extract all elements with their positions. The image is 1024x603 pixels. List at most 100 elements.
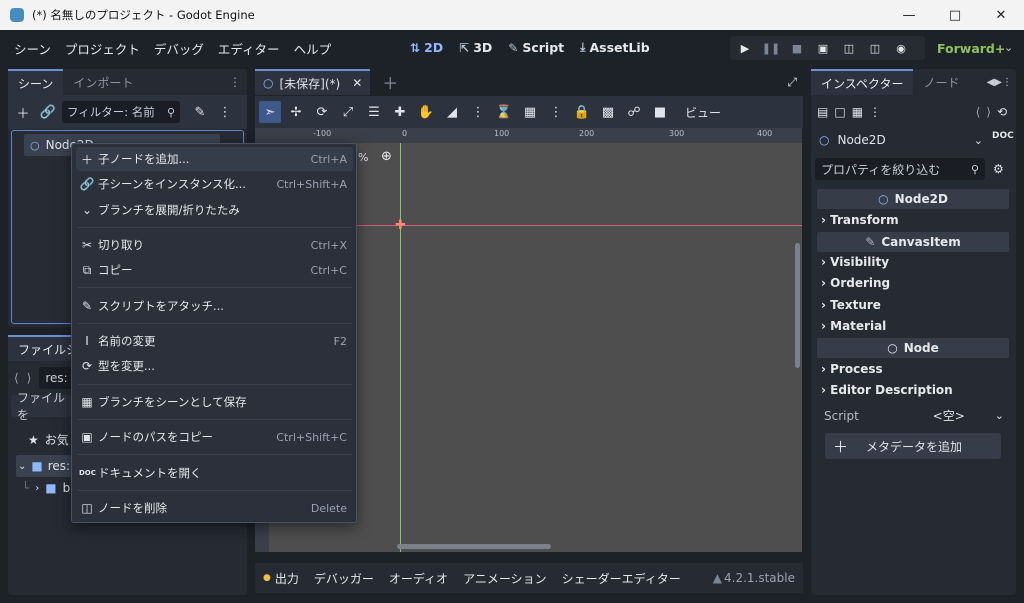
minimize-icon[interactable]: — [886, 0, 932, 30]
list-select-icon[interactable]: ☰ [363, 101, 385, 123]
add-node-icon[interactable]: ＋ [12, 101, 34, 123]
remote-debug-icon[interactable]: ▣ [810, 36, 836, 60]
history-forward-icon[interactable]: ⟩ [986, 105, 991, 119]
menu-scene[interactable]: シーン [7, 39, 58, 58]
vertical-scrollbar[interactable] [795, 243, 800, 368]
ruler-tool-icon[interactable]: ◢ [441, 101, 463, 123]
tab-output[interactable]: 出力 [275, 570, 299, 587]
menu-copy-node-path[interactable]: ▣ ノードのパスをコピー Ctrl+Shift+C [76, 425, 353, 449]
menu-copy[interactable]: ⧉ コピー Ctrl+C [76, 258, 353, 282]
forward-icon[interactable]: ⟩ [27, 371, 32, 385]
category-visibility[interactable]: › Visibility [821, 255, 889, 269]
workspace-3d-button[interactable]: ⇱ 3D [459, 40, 492, 55]
category-transform[interactable]: › Transform [821, 213, 899, 227]
workspace-2d-button[interactable]: ⇅ 2D [410, 40, 443, 55]
menu-rename[interactable]: I 名前の変更 F2 [76, 329, 353, 353]
category-ordering[interactable]: › Ordering [821, 276, 890, 290]
pause-icon[interactable]: ❚❚ [758, 36, 784, 60]
doc-icon[interactable]: DOC [992, 131, 1014, 141]
tab-unsaved-scene[interactable]: ○ [未保存](*) ✕ [255, 69, 371, 95]
add-metadata-button[interactable]: ＋ メタデータを追加 [825, 433, 1001, 459]
inspector-more-icon[interactable]: ⋮ [869, 105, 881, 119]
group-icon[interactable]: ▩ [597, 101, 619, 123]
snap-options-icon[interactable]: ⋮ [545, 101, 567, 123]
tab-node[interactable]: ノード [913, 69, 969, 95]
property-settings-icon[interactable]: ⚙ [993, 162, 1004, 176]
dock-arrows-icon[interactable]: ◀▶⋮ [987, 77, 1012, 88]
menu-save-branch-as-scene[interactable]: ▦ ブランチをシーンとして保存 [76, 390, 353, 414]
tab-audio[interactable]: オーディオ [389, 570, 448, 587]
category-editor-description[interactable]: › Editor Description [821, 383, 953, 397]
play-custom-icon[interactable]: ◫ [862, 36, 888, 60]
menu-attach-script[interactable]: ✎ スクリプトをアタッチ... [76, 294, 353, 318]
play-scene-icon[interactable]: ◫ [836, 36, 862, 60]
rotate-tool-icon[interactable]: ⟳ [311, 101, 333, 123]
tab-debugger[interactable]: デバッガー [314, 570, 374, 587]
scene-filter-input[interactable]: フィルター: 名前 ⚲ [62, 101, 180, 123]
node-origin-icon[interactable]: ✚ [394, 219, 407, 232]
tab-scene[interactable]: シーン [8, 69, 64, 95]
workspace-assetlib-button[interactable]: ⤓ AssetLib [580, 40, 650, 55]
scene-more-icon[interactable]: ⋮ [214, 101, 236, 123]
chevron-down-icon[interactable]: ⌄ [995, 409, 1004, 422]
movie-maker-icon[interactable]: ◉ [888, 36, 914, 60]
new-resource-icon[interactable]: ▤ [817, 105, 828, 119]
distraction-free-icon[interactable]: ⤢ [787, 75, 797, 90]
move-tool-icon[interactable]: ✢ [285, 101, 307, 123]
bone-icon[interactable]: ☍ [623, 101, 645, 123]
renderer-label[interactable]: Forward+ [937, 41, 1005, 56]
lock-icon[interactable]: 🔒 [571, 101, 593, 123]
menu-help[interactable]: ヘルプ [287, 39, 339, 58]
menu-open-documentation[interactable]: DOC ドキュメントを開く [76, 461, 353, 485]
menu-debug[interactable]: デバッグ [147, 39, 211, 58]
category-texture[interactable]: › Texture [821, 298, 881, 312]
menu-cut[interactable]: ✂ 切り取り Ctrl+X [76, 233, 353, 257]
skeleton-icon[interactable]: ■ [649, 101, 671, 123]
menu-change-type[interactable]: ⟳ 型を変更... [76, 354, 353, 378]
instance-link-icon[interactable]: 🔗 [37, 101, 59, 123]
snap-icon[interactable]: ⌛ [493, 101, 515, 123]
category-material[interactable]: › Material [821, 319, 886, 333]
view-menu-button[interactable]: ビュー [685, 104, 721, 121]
favorites-row[interactable]: ★ お気 [28, 431, 69, 448]
play-icon[interactable]: ▶ [732, 36, 758, 60]
select-tool-icon[interactable]: ➣ [259, 101, 281, 123]
tab-animation[interactable]: アニメーション [463, 570, 547, 587]
history-back-icon[interactable]: ⟨ [976, 105, 981, 119]
filesystem-filter[interactable]: ファイルを [11, 391, 71, 422]
back-icon[interactable]: ⟨ [14, 371, 19, 385]
pivot-tool-icon[interactable]: ✚ [389, 101, 411, 123]
menu-project[interactable]: プロジェクト [58, 39, 147, 58]
menu-expand-collapse-branch[interactable]: ⌄ ブランチを展開/折りたたみ [76, 198, 353, 222]
bin-folder-row[interactable]: └ › ■ bi [22, 481, 74, 495]
menu-instantiate-child-scene[interactable]: 🔗 子シーンをインスタンス化... Ctrl+Shift+A [76, 172, 353, 196]
category-process[interactable]: › Process [821, 362, 883, 376]
grid-snap-icon[interactable]: ▦ [519, 101, 541, 123]
horizontal-scrollbar[interactable] [397, 544, 551, 549]
save-icon[interactable]: ▦ [852, 105, 863, 119]
node-selector[interactable]: ○ Node2D ⌄ [813, 129, 983, 151]
menu-add-child-node[interactable]: ＋子ノードを追加... Ctrl+A [76, 147, 353, 171]
script-value[interactable]: <空> [933, 407, 965, 424]
zoom-label[interactable]: % [358, 151, 368, 164]
renderer-chevron-icon[interactable]: ⌄ [1004, 41, 1013, 54]
menu-editor[interactable]: エディター [211, 39, 287, 58]
attach-script-icon[interactable]: ✎ [189, 101, 211, 123]
smart-snap-icon[interactable]: ⋮ [467, 101, 489, 123]
tab-import[interactable]: インポート [63, 69, 143, 95]
maximize-icon[interactable]: □ [932, 0, 978, 30]
stop-icon[interactable]: ■ [784, 36, 810, 60]
close-tab-icon[interactable]: ✕ [352, 76, 362, 90]
scale-tool-icon[interactable]: ⤢ [337, 101, 359, 123]
tab-shader-editor[interactable]: シェーダーエディター [562, 570, 681, 587]
tab-inspector[interactable]: インスペクター [811, 69, 914, 95]
property-filter-input[interactable]: プロパティを絞り込む ⚲ [815, 158, 985, 180]
add-tab-icon[interactable]: ＋ [382, 70, 398, 94]
open-folder-icon[interactable]: □ [834, 105, 845, 119]
zoom-in-icon[interactable]: ⊕ [381, 149, 392, 164]
workspace-script-button[interactable]: ✎ Script [508, 40, 564, 55]
history-icon[interactable]: ⟲ [997, 105, 1007, 119]
dock-menu-icon[interactable]: ⋮ [229, 75, 241, 89]
pan-tool-icon[interactable]: ✋ [415, 101, 437, 123]
menu-delete-node[interactable]: ◫ ノードを削除 Delete [76, 496, 353, 520]
